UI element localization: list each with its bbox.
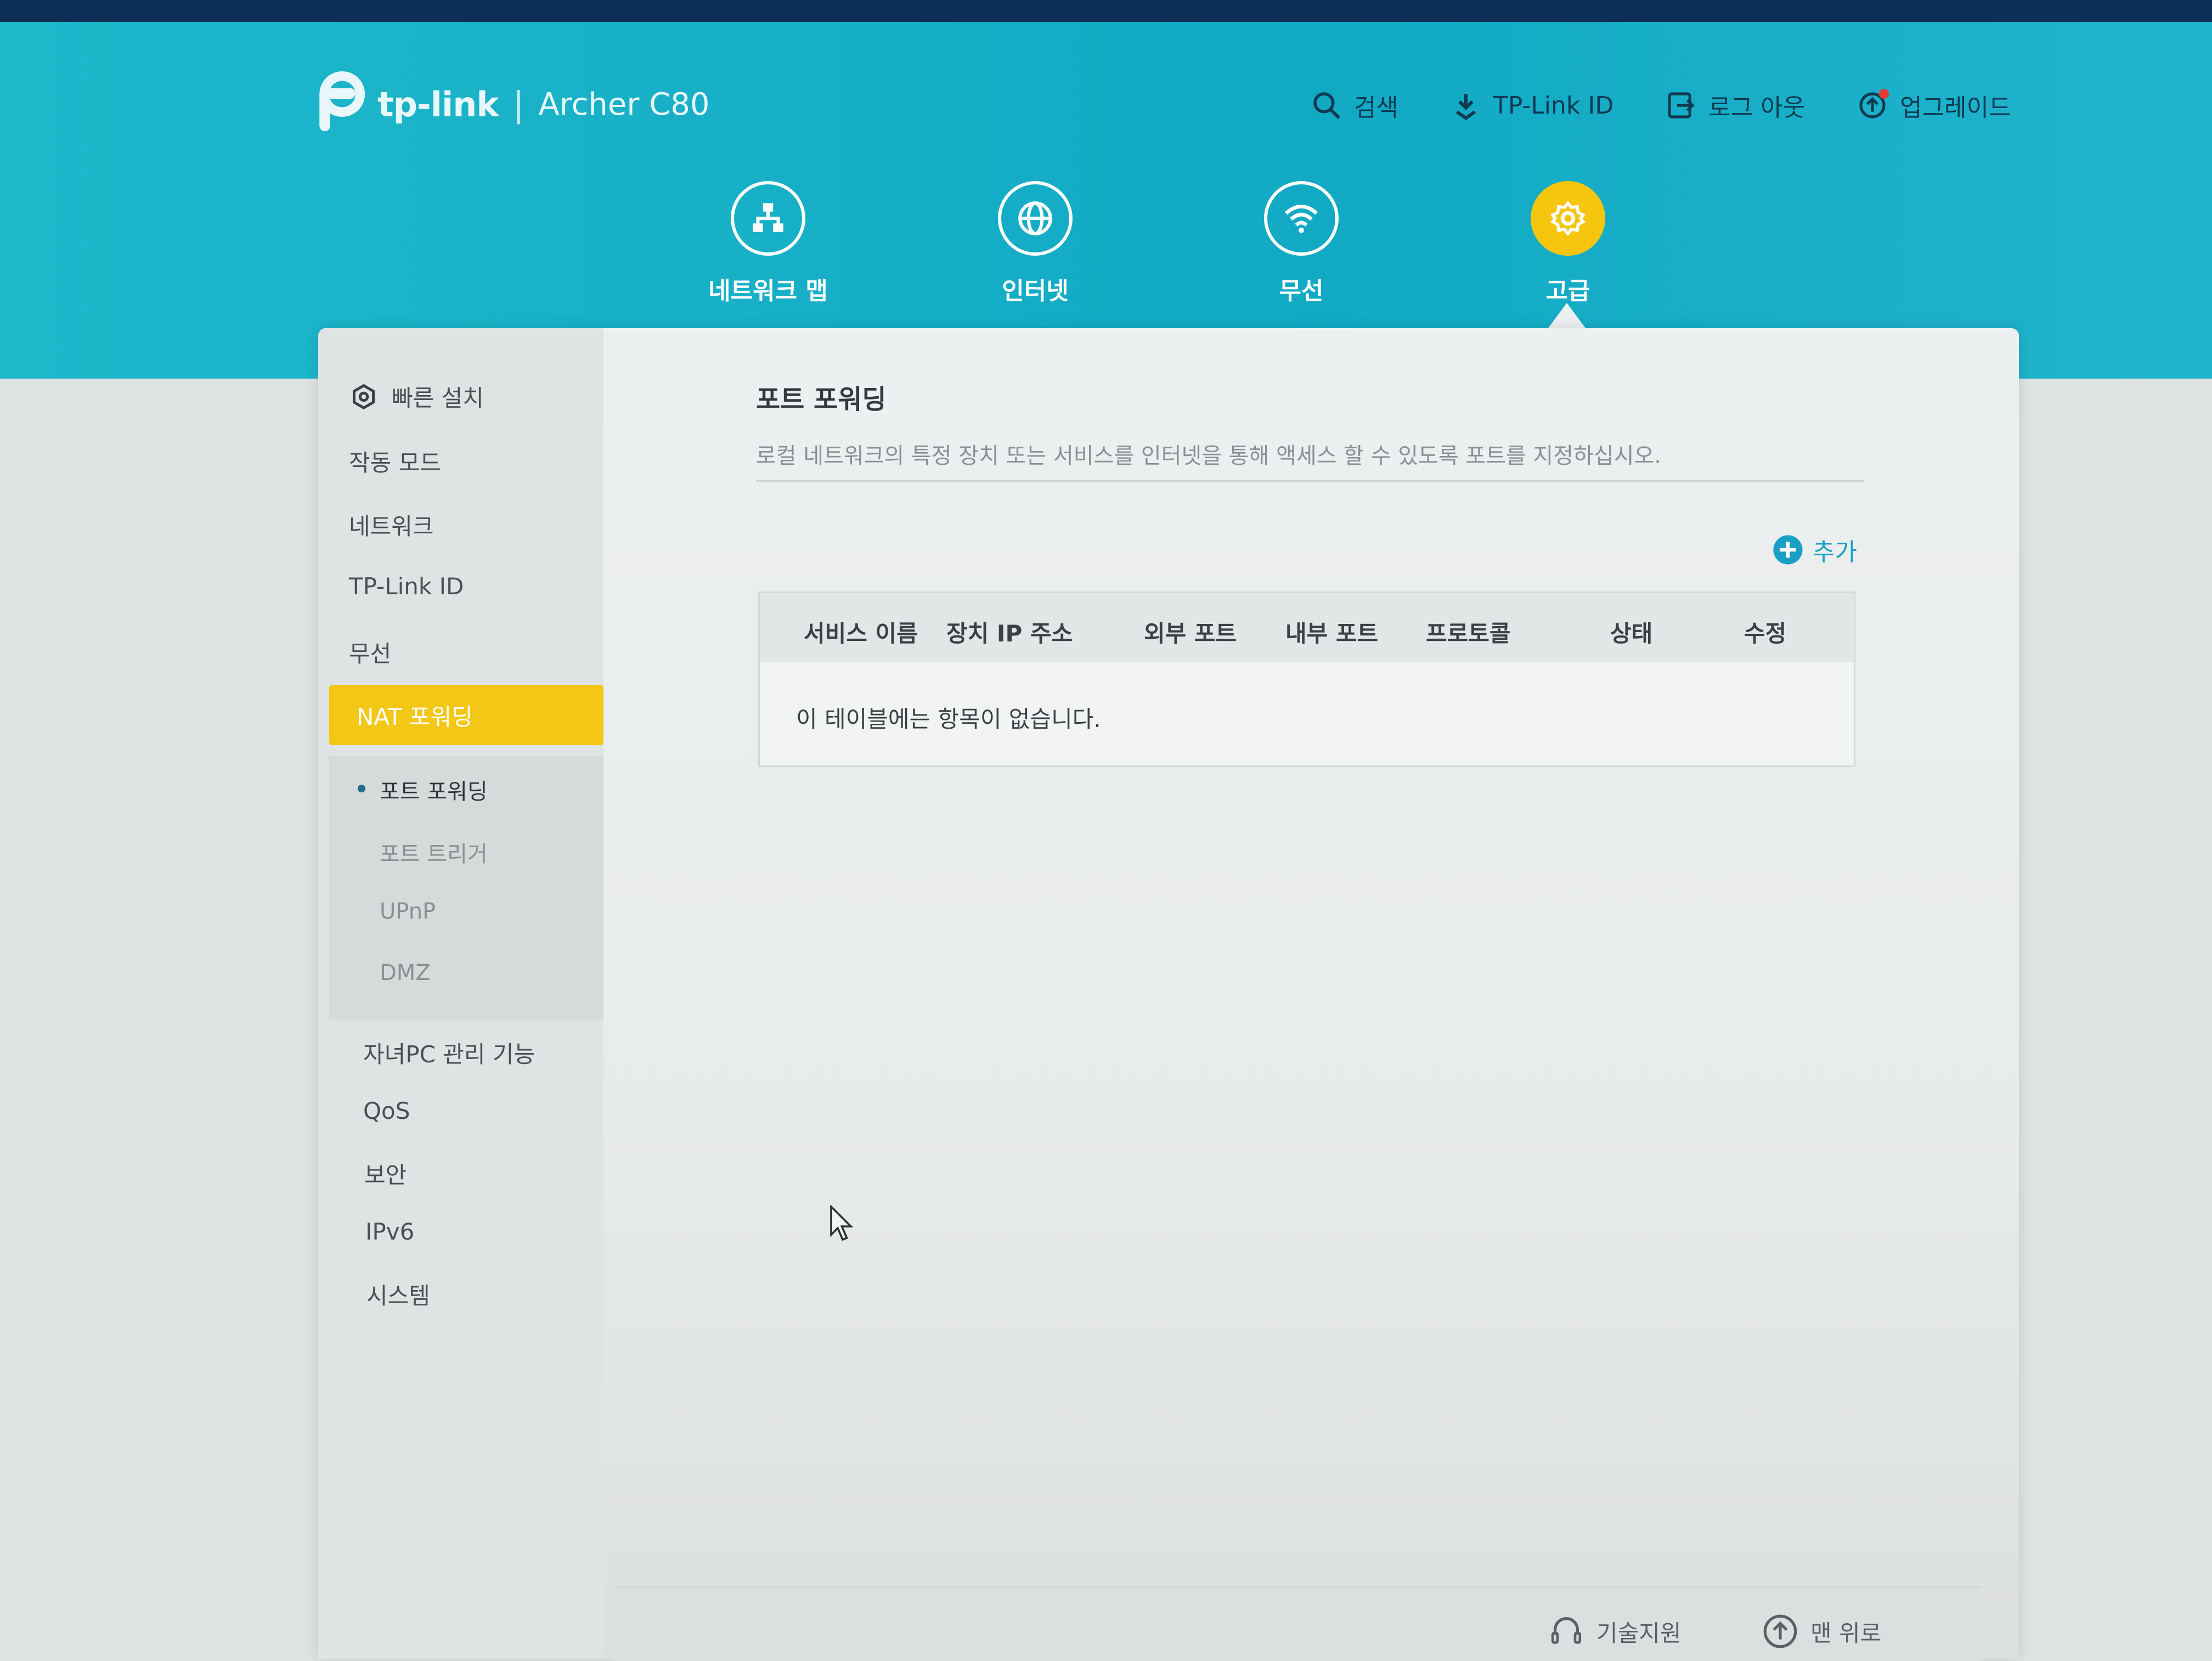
sidebar-item-label: 자녀PC 관리 기능 <box>363 1041 535 1068</box>
column-header: 외부 포트 <box>1144 620 1237 647</box>
column-header: 서비스 이름 <box>804 620 918 647</box>
sidebar-item-label: 보안 <box>364 1162 407 1189</box>
sidebar-item-nat-forwarding[interactable]: NAT 포워딩 <box>329 685 603 745</box>
tplink-id-link[interactable]: TP-Link ID <box>1451 90 1613 121</box>
logout-icon <box>1668 92 1695 119</box>
search-link[interactable]: 검색 <box>1311 88 1398 123</box>
sidebar-item-label: 네트워크 <box>349 513 434 540</box>
column-header: 장치 IP 주소 <box>946 620 1073 647</box>
upgrade-link[interactable]: 업그레이드 <box>1857 88 2011 123</box>
quick-setup-icon <box>352 384 375 409</box>
brand-name: tp-link <box>377 84 499 125</box>
footer-bar: 기술지원 맨 위로 <box>614 1586 1980 1661</box>
nav-internet[interactable]: 인터넷 <box>953 181 1118 306</box>
table-header: 서비스 이름 장치 IP 주소 외부 포트 내부 포트 프로토콜 상태 수정 <box>760 593 1854 662</box>
sidebar: 빠른 설치 작동 모드 네트워크 TP-Link ID 무선 NAT 포워딩 포… <box>318 328 603 1659</box>
search-label: 검색 <box>1354 94 1398 122</box>
upgrade-label: 업그레이드 <box>1900 94 2011 122</box>
nav-advanced-label: 고급 <box>1545 277 1590 305</box>
column-header: 상태 <box>1610 620 1653 647</box>
gear-icon <box>1531 181 1605 256</box>
empty-table-message: 이 테이블에는 항목이 없습니다. <box>796 706 1101 733</box>
sidebar-item-label: TP-Link ID <box>349 573 464 600</box>
sidebar-item-label: QoS <box>363 1097 410 1124</box>
nav-wireless[interactable]: 무선 <box>1219 181 1384 306</box>
tp-link-logo-icon <box>319 71 365 132</box>
upgrade-icon-wrap <box>1857 89 1889 121</box>
sidebar-item-label: 빠른 설치 <box>392 385 484 412</box>
title-divider <box>756 480 1864 482</box>
sidebar-item-tplink-id[interactable]: TP-Link ID <box>349 573 464 600</box>
nav-network-map[interactable]: 네트워크 맵 <box>686 181 850 306</box>
sidebar-item-system[interactable]: 시스템 <box>366 1277 430 1311</box>
sidebar-item-label: IPv6 <box>365 1218 415 1245</box>
nav-wireless-label: 무선 <box>1279 277 1324 305</box>
column-header: 내부 포트 <box>1285 620 1379 647</box>
wifi-icon <box>1264 181 1339 256</box>
top-links: 검색 TP-Link ID 로그 아웃 업그레이드 <box>1311 88 2063 123</box>
sidebar-item-label: 무선 <box>349 640 392 667</box>
logout-label: 로그 아웃 <box>1708 94 1805 122</box>
sidebar-item-qos[interactable]: QoS <box>363 1097 410 1124</box>
sidebar-item-parental-controls[interactable]: 자녀PC 관리 기능 <box>363 1036 535 1069</box>
active-tab-pointer <box>1548 303 1585 328</box>
sidebar-item-operation-mode[interactable]: 작동 모드 <box>349 444 441 478</box>
support-label: 기술지원 <box>1596 1619 1681 1647</box>
header-bar: tp-link | Archer C80 검색 TP-Link ID 로그 아웃… <box>0 22 2212 379</box>
submenu-item-port-forwarding[interactable]: 포트 포워딩 <box>358 774 488 806</box>
main-nav: 네트워크 맵 인터넷 무선 고급 <box>0 181 2212 324</box>
submenu-nat-forwarding: 포트 포워딩 포트 트리거 UPnP DMZ <box>329 756 603 1020</box>
nav-advanced[interactable]: 고급 <box>1486 181 1650 306</box>
network-map-icon <box>731 181 805 256</box>
tplink-id-label: TP-Link ID <box>1493 91 1614 120</box>
nav-network-map-label: 네트워크 맵 <box>708 277 828 305</box>
page-title: 포트 포워딩 <box>756 384 887 415</box>
search-icon <box>1313 92 1340 119</box>
back-to-top-link[interactable]: 맨 위로 <box>1761 1612 1881 1651</box>
sidebar-item-wireless[interactable]: 무선 <box>349 635 391 669</box>
headset-icon <box>1551 1617 1582 1644</box>
main-panel: 빠른 설치 작동 모드 네트워크 TP-Link ID 무선 NAT 포워딩 포… <box>318 328 2019 1659</box>
tplink-id-icon <box>1455 94 1476 121</box>
add-button-label: 추가 <box>1813 538 1857 566</box>
sidebar-item-security[interactable]: 보안 <box>364 1157 407 1190</box>
sidebar-item-network[interactable]: 네트워크 <box>349 508 434 542</box>
plus-circle-icon <box>1773 535 1803 565</box>
submenu-item-upnp[interactable]: UPnP <box>380 899 436 924</box>
port-forwarding-table: 서비스 이름 장치 IP 주소 외부 포트 내부 포트 프로토콜 상태 수정 이… <box>758 592 1855 767</box>
sidebar-item-label: 시스템 <box>366 1282 430 1309</box>
submenu-item-dmz[interactable]: DMZ <box>380 960 431 986</box>
column-header: 수정 <box>1744 620 1787 647</box>
arrow-up-circle-icon <box>1763 1614 1797 1648</box>
nav-internet-label: 인터넷 <box>1002 277 1069 305</box>
globe-icon <box>998 181 1073 256</box>
sidebar-item-quick-setup[interactable]: 빠른 설치 <box>349 380 484 413</box>
sidebar-item-label: NAT 포워딩 <box>357 703 473 730</box>
top-strip <box>0 0 2212 22</box>
logout-link[interactable]: 로그 아웃 <box>1666 88 1805 123</box>
model-name: Archer C80 <box>538 86 710 122</box>
logo[interactable]: tp-link | Archer C80 <box>307 71 710 137</box>
add-button[interactable]: 추가 <box>1772 532 1857 567</box>
back-to-top-label: 맨 위로 <box>1810 1619 1882 1647</box>
support-link[interactable]: 기술지원 <box>1547 1612 1681 1651</box>
page-description: 로컬 네트워크의 특정 장치 또는 서비스를 인터넷을 통해 액세스 할 수 있… <box>756 443 1662 469</box>
column-header: 프로토콜 <box>1426 620 1511 647</box>
sidebar-item-ipv6[interactable]: IPv6 <box>365 1218 414 1245</box>
sidebar-item-label: 작동 모드 <box>349 449 441 476</box>
logo-separator: | <box>512 84 524 125</box>
mouse-cursor-icon <box>830 1205 854 1241</box>
content-area: 포트 포워딩 로컬 네트워크의 특정 장치 또는 서비스를 인터넷을 통해 액세… <box>603 328 2019 1659</box>
submenu-item-port-triggering[interactable]: 포트 트리거 <box>380 836 488 868</box>
